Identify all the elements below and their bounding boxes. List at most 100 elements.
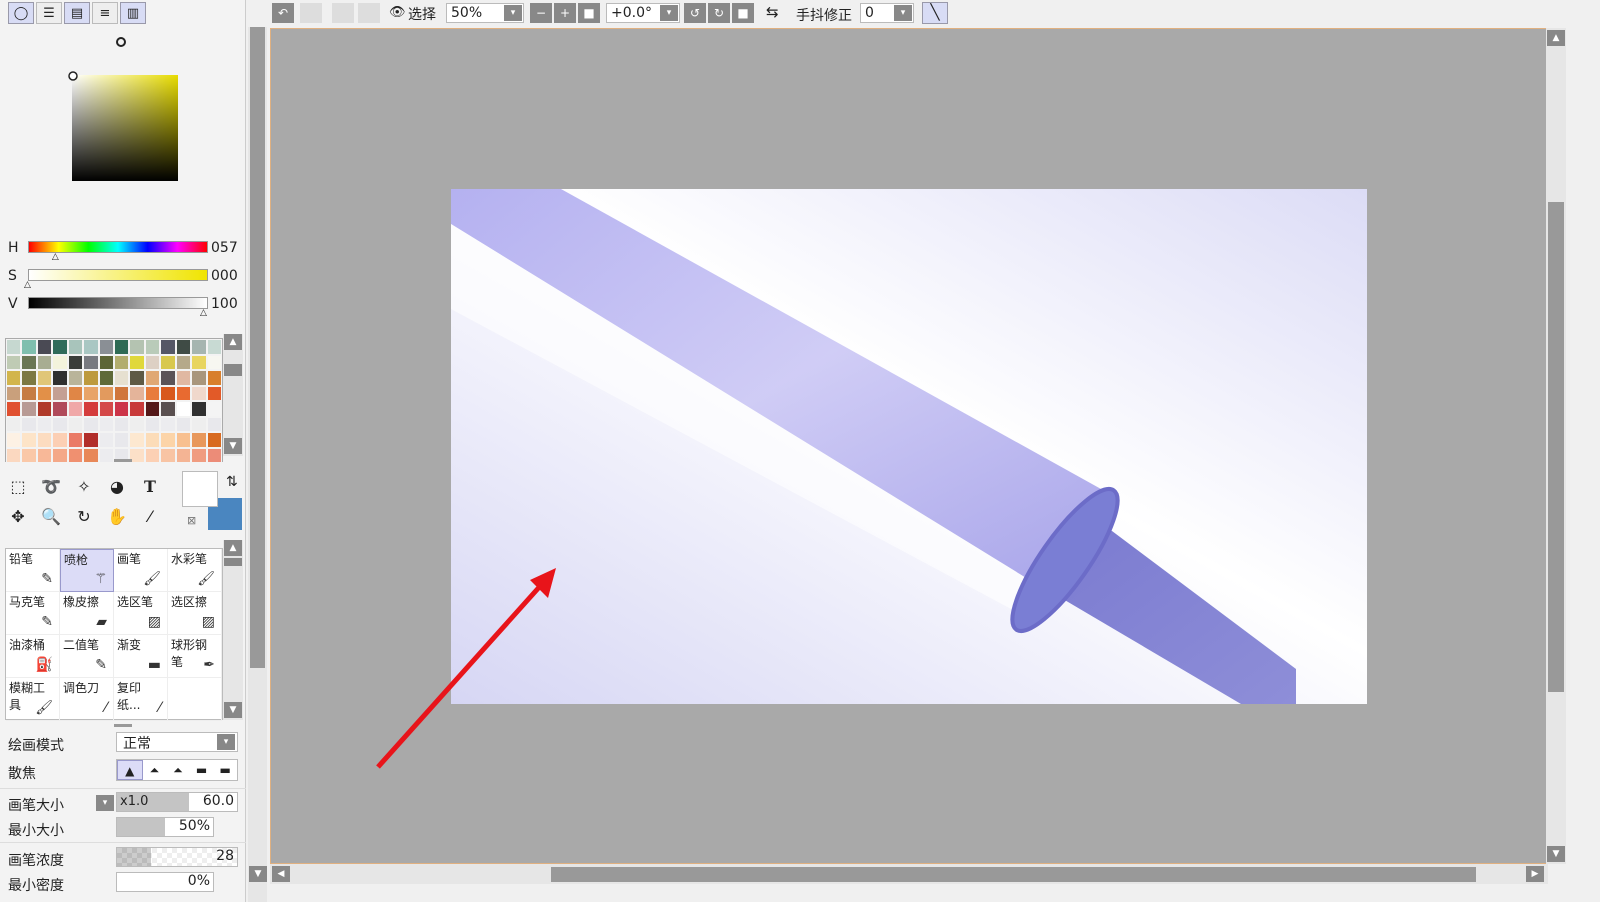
- palette-swatch[interactable]: [52, 385, 68, 401]
- tab-palette-grid[interactable]: ▥: [120, 2, 146, 24]
- palette-swatch[interactable]: [144, 432, 161, 448]
- blend-mode-select[interactable]: 正常 ▾: [116, 732, 238, 752]
- swap-colors-icon[interactable]: ⇅: [226, 474, 238, 490]
- blur-shape-4[interactable]: ▬: [190, 760, 214, 780]
- palette-swatch[interactable]: [144, 339, 161, 355]
- palette-swatch[interactable]: [206, 401, 222, 417]
- vertical-scrollbar[interactable]: ▲ ▼: [1546, 28, 1566, 864]
- slider-marker[interactable]: △: [52, 252, 59, 262]
- color-palette[interactable]: [5, 338, 223, 463]
- palette-swatch[interactable]: [67, 432, 84, 448]
- zoom-out-button[interactable]: −: [530, 3, 552, 23]
- palette-swatch[interactable]: [144, 416, 161, 432]
- palette-scrollbar[interactable]: ▲ ▼: [223, 334, 243, 456]
- palette-swatch[interactable]: [144, 447, 161, 463]
- tab-rgb-sliders[interactable]: ☰: [36, 2, 62, 24]
- deselect-button[interactable]: [332, 3, 354, 23]
- palette-swatch[interactable]: [98, 339, 114, 355]
- stabilizer-select[interactable]: 0 ▾: [860, 3, 914, 23]
- splitter-handle[interactable]: [114, 724, 132, 727]
- palette-swatch[interactable]: [36, 401, 53, 417]
- palette-swatch[interactable]: [52, 354, 68, 370]
- palette-swatch[interactable]: [175, 354, 192, 370]
- palette-swatch[interactable]: [52, 339, 68, 355]
- rotate-tool-button[interactable]: ↻: [70, 502, 98, 530]
- scroll-left-icon[interactable]: ◀: [272, 866, 290, 882]
- palette-swatch[interactable]: [114, 416, 130, 432]
- min-density-slider[interactable]: 0%: [116, 872, 214, 892]
- scroll-thumb[interactable]: [224, 364, 242, 376]
- scroll-down-icon[interactable]: ▼: [1547, 846, 1565, 862]
- palette-swatch[interactable]: [175, 385, 192, 401]
- tab-swatch-list[interactable]: ≡: [92, 2, 118, 24]
- rotate-right-button[interactable]: ↻: [708, 3, 730, 23]
- palette-swatch[interactable]: [36, 432, 53, 448]
- blur-shape-1[interactable]: ▲: [117, 760, 143, 780]
- primary-color-swatch-front[interactable]: [182, 471, 218, 507]
- palette-swatch[interactable]: [206, 339, 222, 355]
- palette-swatch[interactable]: [36, 339, 53, 355]
- scroll-down-icon[interactable]: ▼: [224, 438, 242, 454]
- brush-1[interactable]: 铅笔 ✎: [6, 549, 60, 592]
- palette-swatch[interactable]: [67, 447, 84, 463]
- palette-swatch[interactable]: [160, 339, 176, 355]
- tab-color-wheel[interactable]: ◯: [8, 2, 34, 24]
- palette-swatch[interactable]: [191, 447, 207, 463]
- palette-swatch[interactable]: [21, 447, 37, 463]
- scroll-down-icon[interactable]: ▼: [249, 866, 267, 882]
- invert-selection-button[interactable]: [358, 3, 380, 23]
- palette-swatch[interactable]: [6, 416, 22, 432]
- palette-swatch[interactable]: [98, 354, 114, 370]
- slider-s[interactable]: [28, 269, 208, 281]
- brush-5[interactable]: 马克笔 ✎: [6, 592, 60, 635]
- brush-16[interactable]: [168, 678, 222, 721]
- brush-15[interactable]: 复印纸... ⁄: [114, 678, 168, 721]
- palette-swatch[interactable]: [67, 416, 84, 432]
- palette-swatch[interactable]: [160, 370, 176, 386]
- zoom-select[interactable]: 50% ▾: [446, 3, 524, 23]
- palette-swatch[interactable]: [67, 370, 84, 386]
- palette-swatch[interactable]: [129, 354, 145, 370]
- palette-swatch[interactable]: [21, 432, 37, 448]
- brush-2[interactable]: 喷枪 ⚚: [60, 549, 114, 592]
- chevron-down-icon[interactable]: ▾: [660, 5, 678, 21]
- palette-swatch[interactable]: [36, 416, 53, 432]
- slider-marker[interactable]: △: [24, 280, 31, 290]
- rotation-select[interactable]: +0.0° ▾: [606, 3, 680, 23]
- scroll-right-icon[interactable]: ▶: [1526, 866, 1544, 882]
- palette-swatch[interactable]: [114, 401, 130, 417]
- magic-wand-tool-button[interactable]: ✧: [70, 472, 98, 500]
- palette-swatch[interactable]: [98, 432, 114, 448]
- palette-swatch[interactable]: [129, 339, 145, 355]
- palette-swatch[interactable]: [83, 447, 99, 463]
- chevron-down-icon[interactable]: ▾: [217, 734, 235, 750]
- palette-swatch[interactable]: [6, 432, 22, 448]
- palette-swatch[interactable]: [67, 385, 84, 401]
- brush-size-slider[interactable]: x1.0 60.0: [116, 792, 238, 812]
- palette-swatch[interactable]: [129, 370, 145, 386]
- palette-swatch[interactable]: [21, 401, 37, 417]
- palette-swatch[interactable]: [67, 339, 84, 355]
- min-size-slider[interactable]: 50%: [116, 817, 214, 837]
- palette-swatch[interactable]: [175, 401, 192, 417]
- palette-swatch[interactable]: [206, 416, 222, 432]
- brush-8[interactable]: 选区擦 ▨: [168, 592, 222, 635]
- slider-marker[interactable]: △: [200, 308, 207, 318]
- palette-swatch[interactable]: [36, 385, 53, 401]
- palette-swatch[interactable]: [6, 447, 22, 463]
- drawing-canvas[interactable]: [451, 189, 1367, 704]
- palette-swatch[interactable]: [83, 370, 99, 386]
- palette-swatch[interactable]: [191, 385, 207, 401]
- palette-swatch[interactable]: [191, 370, 207, 386]
- palette-swatch[interactable]: [191, 339, 207, 355]
- rotate-reset-button[interactable]: ■: [732, 3, 754, 23]
- palette-swatch[interactable]: [52, 401, 68, 417]
- rotate-left-button[interactable]: ↺: [684, 3, 706, 23]
- palette-swatch[interactable]: [160, 432, 176, 448]
- palette-swatch[interactable]: [175, 432, 192, 448]
- palette-swatch[interactable]: [160, 416, 176, 432]
- palette-swatch[interactable]: [52, 447, 68, 463]
- palette-swatch[interactable]: [206, 385, 222, 401]
- palette-swatch[interactable]: [175, 447, 192, 463]
- palette-swatch[interactable]: [6, 354, 22, 370]
